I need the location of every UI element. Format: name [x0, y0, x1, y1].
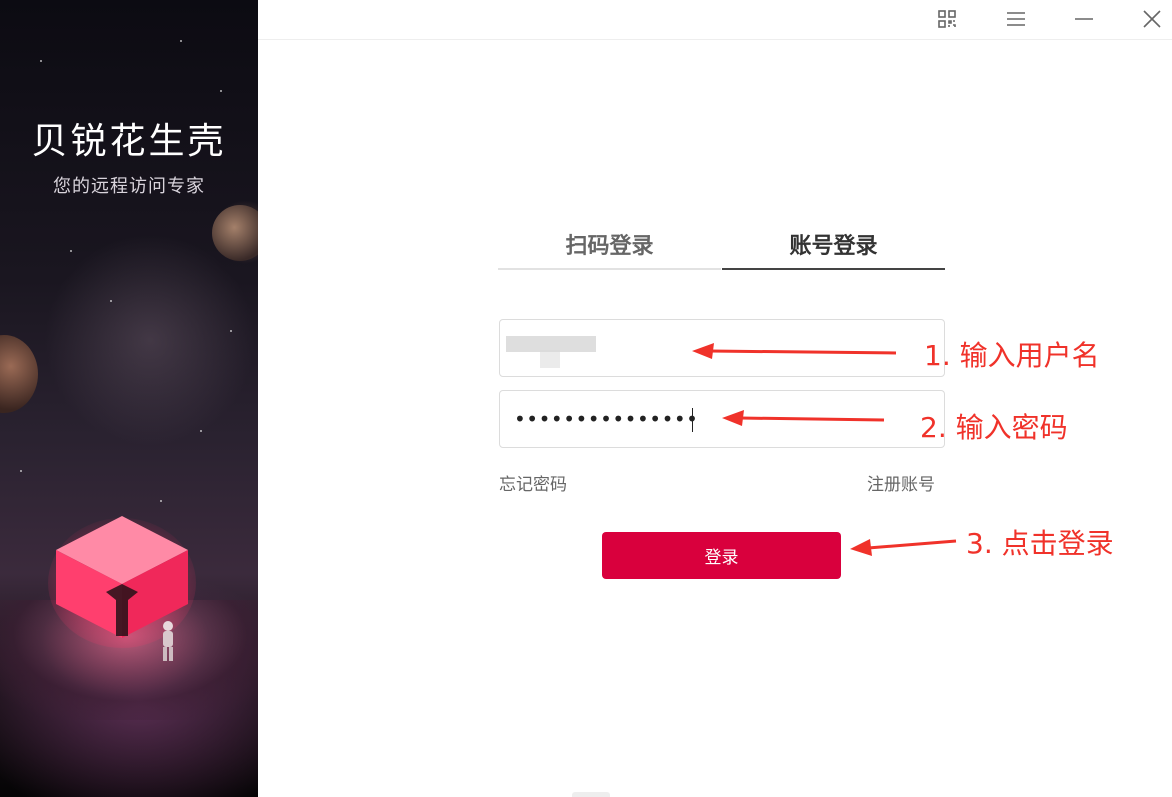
password-input[interactable]: ••••••••••••••• [514, 409, 698, 429]
minimize-icon[interactable] [1070, 5, 1098, 33]
forgot-password-link[interactable]: 忘记密码 [499, 470, 567, 495]
tab-qr-login[interactable]: 扫码登录 [498, 220, 721, 270]
login-tabs: 扫码登录 账号登录 [498, 220, 945, 272]
close-icon[interactable] [1138, 5, 1166, 33]
planet-image [0, 335, 38, 413]
redacted-username [540, 350, 560, 368]
qr-code-icon[interactable] [933, 5, 961, 33]
annotation-arrow [850, 539, 957, 556]
text-cursor [692, 408, 693, 432]
annotation-step3: 3. 点击登录 [966, 527, 1114, 560]
annotation-step2: 2. 输入密码 [920, 411, 1068, 444]
login-button[interactable]: 登录 [602, 532, 841, 579]
promo-panel: 贝锐花生壳 您的远程访问专家 [0, 0, 258, 797]
annotation-arrow [692, 343, 897, 359]
annotation-step1: 1. 输入用户名 [924, 339, 1100, 372]
astronaut-image [163, 621, 173, 661]
brand-subtitle: 您的远程访问专家 [53, 176, 205, 197]
register-link[interactable]: 注册账号 [867, 470, 935, 495]
brand-title: 贝锐花生壳 [31, 121, 227, 162]
window-titlebar [258, 0, 1172, 40]
annotation-arrow [722, 410, 885, 426]
tab-account-login[interactable]: 账号登录 [722, 220, 945, 270]
resize-handle [572, 792, 610, 797]
planet-image [212, 205, 258, 261]
menu-icon[interactable] [1002, 5, 1030, 33]
